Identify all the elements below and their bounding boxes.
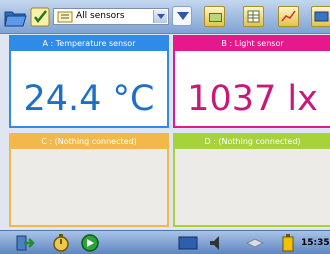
folder-icon[interactable] (3, 6, 27, 28)
panel-d-header: D : (Nothing connected) (175, 135, 330, 149)
panel-b-value: 1037 lx (187, 79, 318, 119)
bottom-status-bar: 15:35 (0, 230, 330, 254)
chart-icon[interactable] (278, 6, 299, 27)
sensor-select-value: All sensors (76, 11, 125, 21)
sensor-list-icon (57, 11, 73, 23)
panel-a-header: A : Temperature sensor (11, 37, 167, 51)
view-menu-icon[interactable] (172, 6, 192, 26)
grid-icon[interactable] (243, 6, 264, 27)
sensor-panel-d[interactable]: D : (Nothing connected) (173, 133, 330, 227)
sensor-select[interactable]: All sensors (53, 8, 169, 25)
screen-icon[interactable] (177, 234, 199, 252)
chevron-down-icon[interactable] (153, 10, 167, 23)
sensor-panel-b[interactable]: B : Light sensor 1037 lx (173, 35, 330, 128)
panel-b-header: B : Light sensor (175, 37, 330, 51)
top-toolbar: All sensors (0, 0, 330, 34)
device-icon[interactable] (245, 234, 265, 252)
sensor-panel-a[interactable]: A : Temperature sensor 24.4 °C (9, 35, 169, 128)
clock-time: 15:35 (301, 238, 330, 248)
checklist-icon[interactable] (28, 5, 50, 27)
exit-icon[interactable] (15, 234, 35, 252)
table-icon[interactable] (204, 6, 225, 27)
panel-a-value: 24.4 °C (23, 79, 155, 119)
panel-c-header: C : (Nothing connected) (11, 135, 167, 149)
battery-icon (282, 234, 294, 252)
sensor-panel-c[interactable]: C : (Nothing connected) (9, 133, 169, 227)
play-icon[interactable] (80, 234, 100, 252)
monitor-icon[interactable] (311, 6, 330, 27)
sound-icon[interactable] (208, 234, 224, 252)
timer-icon[interactable] (52, 234, 70, 252)
